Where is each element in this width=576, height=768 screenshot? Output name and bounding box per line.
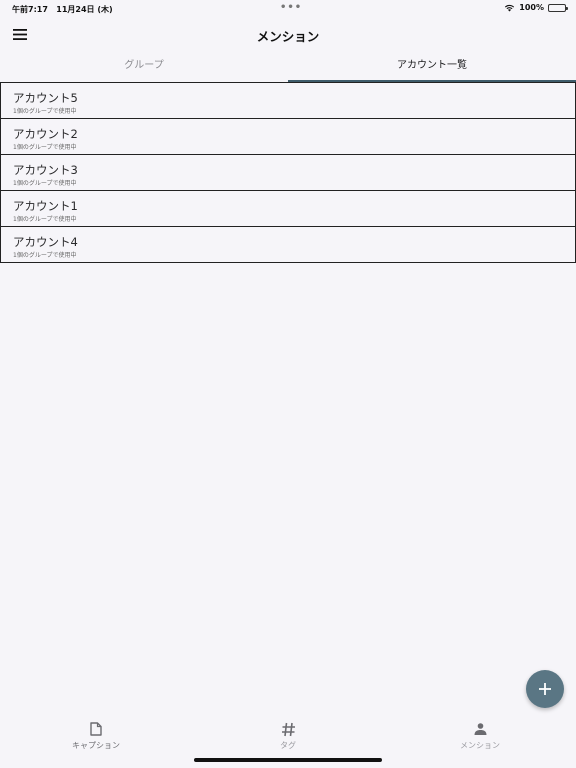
account-usage: 1個のグループで使用中 (13, 108, 77, 115)
person-icon (474, 723, 486, 735)
account-list-item[interactable]: アカウント4 1個のグループで使用中 (0, 226, 576, 263)
battery-icon (548, 3, 568, 12)
account-usage: 1個のグループで使用中 (13, 216, 77, 223)
battery-percentage: 100% (519, 3, 544, 12)
tab-bar: グループ アカウント一覧 (0, 54, 576, 82)
account-list-item[interactable]: アカウント3 1個のグループで使用中 (0, 154, 576, 191)
wifi-icon (505, 4, 515, 12)
account-list-item[interactable]: アカウント2 1個のグループで使用中 (0, 118, 576, 155)
tab-account-list[interactable]: アカウント一覧 (288, 54, 576, 82)
multitasking-dots[interactable]: ••• (280, 2, 302, 13)
nav-caption-label: キャプション (72, 741, 120, 750)
status-clock: 午前7:17 (12, 5, 48, 14)
hash-icon (281, 722, 295, 736)
account-usage: 1個のグループで使用中 (13, 144, 77, 151)
home-indicator[interactable] (194, 758, 382, 762)
nav-tag[interactable]: タグ (228, 720, 348, 751)
nav-mention[interactable]: メンション (420, 720, 540, 751)
page-title: メンション (256, 29, 320, 44)
account-name: アカウント3 (13, 163, 78, 177)
nav-caption[interactable]: キャプション (36, 720, 156, 751)
account-name: アカウント5 (13, 91, 78, 105)
account-name: アカウント2 (13, 127, 78, 141)
account-list-item[interactable]: アカウント1 1個のグループで使用中 (0, 190, 576, 227)
nav-mention-label: メンション (460, 741, 500, 750)
tab-groups[interactable]: グループ (0, 54, 288, 82)
add-account-button[interactable] (526, 670, 564, 708)
document-icon (90, 722, 102, 736)
account-name: アカウント1 (13, 199, 78, 213)
app-bar: メンション (0, 18, 576, 50)
account-usage: 1個のグループで使用中 (13, 252, 77, 259)
status-indicators: 100% (504, 3, 568, 12)
account-list: アカウント5 1個のグループで使用中 アカウント2 1個のグループで使用中 アカ… (0, 82, 576, 263)
nav-tag-label: タグ (280, 741, 296, 750)
account-usage: 1個のグループで使用中 (13, 180, 77, 187)
account-list-item[interactable]: アカウント5 1個のグループで使用中 (0, 82, 576, 119)
status-date: 11月24日 (木) (56, 5, 113, 14)
status-time: 午前7:17 11月24日 (木) (12, 4, 113, 15)
plus-icon (539, 683, 551, 695)
status-bar: 午前7:17 11月24日 (木) ••• 100% (0, 0, 576, 16)
account-name: アカウント4 (13, 235, 78, 249)
